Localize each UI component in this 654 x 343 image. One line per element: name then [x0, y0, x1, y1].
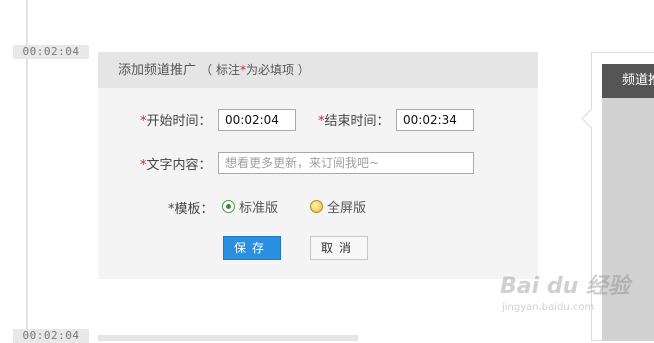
template-label: *模板： — [168, 202, 214, 217]
form-title: 添加频道推广 — [118, 63, 197, 78]
cancel-button[interactable]: 取消 — [310, 236, 368, 260]
timeline-timestamp: 00:02:04 — [13, 45, 89, 59]
preview-body — [602, 98, 654, 341]
save-button[interactable]: 保存 — [223, 236, 281, 260]
template-option-label: 全屏版 — [327, 201, 367, 216]
form-header: 添加频道推广 （ 标注*为必填项 ） — [98, 52, 538, 88]
template-option-standard[interactable]: 标准版 — [222, 197, 278, 216]
required-note: （ 标注*为必填项 ） — [200, 63, 310, 77]
template-option-fullscreen[interactable]: 全屏版 — [310, 197, 366, 216]
start-time-label: *开始时间： — [140, 114, 212, 129]
text-content-input[interactable] — [218, 152, 474, 174]
start-time-input[interactable] — [218, 109, 296, 131]
end-time-input[interactable] — [396, 109, 474, 131]
preview-header: 频道推 — [602, 64, 654, 98]
radio-unchecked-icon[interactable] — [310, 200, 323, 213]
text-content-label: *文字内容： — [140, 158, 212, 173]
next-item-placeholder — [98, 335, 358, 341]
template-option-label: 标准版 — [239, 201, 279, 216]
end-time-label: *结束时间： — [318, 114, 390, 129]
radio-checked-icon[interactable] — [222, 200, 235, 213]
